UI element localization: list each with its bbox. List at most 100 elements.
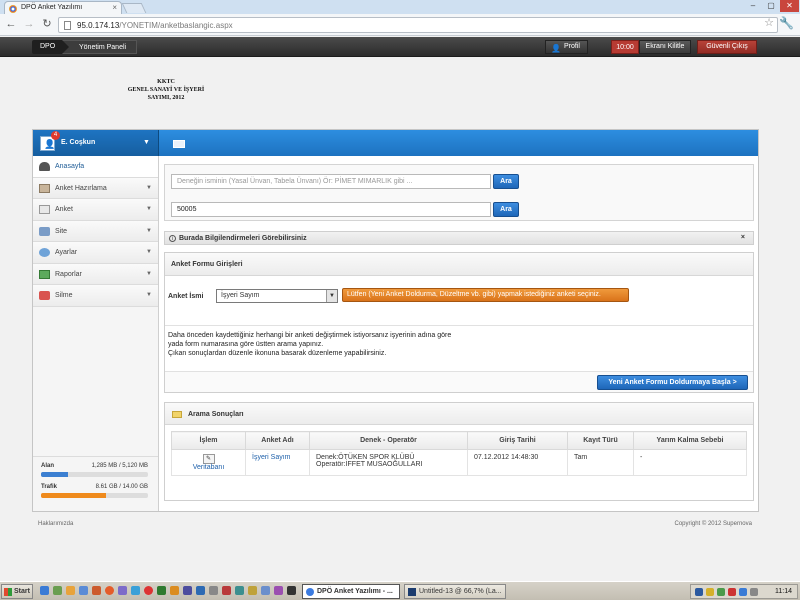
quicklaunch-app-icon[interactable] xyxy=(144,586,153,595)
quicklaunch-app-icon[interactable] xyxy=(235,586,244,595)
footer-about-link[interactable]: Haklarımızda xyxy=(38,521,73,527)
quicklaunch-app-icon[interactable] xyxy=(287,586,296,595)
tab-close-icon[interactable]: × xyxy=(112,3,117,12)
sidebar-item-ayarlar[interactable]: Ayarlar ▼ xyxy=(33,242,158,264)
folder-icon[interactable] xyxy=(173,140,185,148)
search-button[interactable]: Ara xyxy=(493,174,519,189)
sidebar: Anasayfa Anket Hazırlama ▼ Anket ▼ Site … xyxy=(33,156,159,511)
database-link[interactable]: Veritabanı xyxy=(193,464,225,471)
survey-icon xyxy=(39,205,50,214)
page-icon xyxy=(64,21,71,30)
settings-icon xyxy=(39,248,50,257)
back-icon[interactable]: ← xyxy=(4,18,18,32)
stat-label-alan: Alan xyxy=(41,463,55,469)
form-number-input[interactable]: 50005 xyxy=(171,202,491,217)
user-menu[interactable]: 👤 4 E. Coşkun ▼ xyxy=(33,130,159,156)
results-title: Arama Sonuçları xyxy=(188,411,244,418)
taskbar-item-chrome[interactable]: DPÖ Anket Yazılımı - ... xyxy=(302,584,400,599)
volume-icon[interactable] xyxy=(750,588,758,596)
quicklaunch-explorer-icon[interactable] xyxy=(53,586,62,595)
quicklaunch-app-icon[interactable] xyxy=(157,586,166,595)
wrench-icon[interactable]: 🔧 xyxy=(779,16,794,30)
quicklaunch-app-icon[interactable] xyxy=(118,586,127,595)
stat-value-alan: 1,285 MB / 5,120 MB xyxy=(91,463,148,469)
quicklaunch-app-icon[interactable] xyxy=(131,586,140,595)
tray-app-icon[interactable] xyxy=(706,588,714,596)
taskbar-item-photoshop[interactable]: Untitled-13 @ 66,7% (La... xyxy=(404,584,506,599)
chevron-down-icon: ▼ xyxy=(146,270,152,277)
minimize-icon[interactable]: – xyxy=(744,0,762,12)
survey-link[interactable]: İşyeri Sayım xyxy=(252,454,291,461)
quicklaunch-app-icon[interactable] xyxy=(170,586,179,595)
sidebar-item-raporlar[interactable]: Raporlar ▼ xyxy=(33,263,158,285)
type-cell: Tam xyxy=(567,449,634,476)
name-search-input[interactable]: Deneğin isminin (Yasal Ünvan, Tabela Ünv… xyxy=(171,174,491,189)
forward-icon[interactable]: → xyxy=(22,18,36,32)
address-bar[interactable]: 95.0.174.13/YONETIM/anketbaslangic.aspx xyxy=(58,17,778,33)
quicklaunch-app-icon[interactable] xyxy=(196,586,205,595)
quicklaunch-folder-icon[interactable] xyxy=(66,586,75,595)
sidebar-item-silme[interactable]: Silme ▼ xyxy=(33,285,158,307)
new-tab-button[interactable] xyxy=(121,3,147,13)
browser-tab[interactable]: DPÖ Anket Yazılımı × xyxy=(4,1,122,14)
browser-toolbar: ← → ↻ 95.0.174.13/YONETIM/anketbaslangic… xyxy=(0,14,800,36)
quicklaunch-app-icon[interactable] xyxy=(222,586,231,595)
sidebar-item-anasayfa[interactable]: Anasayfa xyxy=(33,156,158,178)
sidebar-item-anket-hazirlama[interactable]: Anket Hazırlama ▼ xyxy=(33,177,158,199)
progress-bar-alan xyxy=(41,472,148,477)
logout-button[interactable]: Güvenli Çıkış xyxy=(697,40,757,54)
lock-screen-button[interactable]: Ekranı Kilitle xyxy=(639,40,691,54)
results-header: Arama Sonuçları xyxy=(165,403,753,425)
language-icon[interactable] xyxy=(695,588,703,596)
info-icon: i xyxy=(169,235,176,242)
chevron-down-icon[interactable]: ▼ xyxy=(326,290,337,302)
reload-icon[interactable]: ↻ xyxy=(40,18,54,32)
quicklaunch-firefox-icon[interactable] xyxy=(105,586,114,595)
breadcrumb-home[interactable]: DPO xyxy=(32,40,64,54)
notification-badge[interactable]: 4 xyxy=(51,131,60,140)
edit-icon[interactable]: ✎ xyxy=(202,454,215,464)
tray-app-icon[interactable] xyxy=(717,588,725,596)
search-number-button[interactable]: Ara xyxy=(493,202,519,217)
quicklaunch-app-icon[interactable] xyxy=(209,586,218,595)
start-button[interactable]: Start xyxy=(1,584,33,599)
chevron-down-icon[interactable]: ▼ xyxy=(143,139,150,146)
user-avatar-icon: 👤 xyxy=(44,139,56,149)
sidebar-item-anket[interactable]: Anket ▼ xyxy=(33,199,158,221)
task-label: DPÖ Anket Yazılımı - ... xyxy=(317,588,393,595)
breadcrumb-arrow-icon xyxy=(62,40,69,54)
form-box-footer: Yeni Anket Formu Doldurmaya Başla > xyxy=(165,371,753,392)
new-survey-button[interactable]: Yeni Anket Formu Doldurmaya Başla > xyxy=(597,375,748,390)
quicklaunch-ie-icon[interactable] xyxy=(79,586,88,595)
quicklaunch-media-icon[interactable] xyxy=(92,586,101,595)
logo-line-2: GENEL SANAYİ VE İŞYERİ xyxy=(127,87,205,93)
reason-cell: - xyxy=(633,449,747,476)
tray-app-icon[interactable] xyxy=(728,588,736,596)
survey-hint-button[interactable]: Lütfen (Yeni Anket Doldurma, Düzeltme vb… xyxy=(342,288,629,302)
results-table: İşlem Anket Adı Denek - Operatör Giriş T… xyxy=(171,431,747,476)
survey-select[interactable]: İşyeri Sayım ▼ xyxy=(216,289,338,303)
window-close-icon[interactable]: ✕ xyxy=(780,0,799,12)
quicklaunch-app-icon[interactable] xyxy=(274,586,283,595)
breadcrumb-panel[interactable]: Yönetim Paneli xyxy=(62,40,138,54)
chevron-down-icon: ▼ xyxy=(146,292,152,298)
sidebar-item-label: Site xyxy=(55,227,68,235)
maximize-icon[interactable]: ▢ xyxy=(762,0,780,12)
sidebar-item-site[interactable]: Site ▼ xyxy=(33,220,158,242)
close-icon[interactable]: × xyxy=(741,234,745,241)
network-icon[interactable] xyxy=(739,588,747,596)
bookmark-star-icon[interactable]: ☆ xyxy=(764,16,774,29)
quicklaunch-app-icon[interactable] xyxy=(183,586,192,595)
subject-text: Denek:ÖTÜKEN SPOR KLÜBÜ xyxy=(316,454,415,461)
quicklaunch-desktop-icon[interactable] xyxy=(40,586,49,595)
quicklaunch-app-icon[interactable] xyxy=(261,586,270,595)
browser-tab-strip: DPÖ Anket Yazılımı × – ▢ ✕ xyxy=(0,0,800,14)
profile-button[interactable]: 👤 Profil xyxy=(545,40,588,54)
quicklaunch-app-icon[interactable] xyxy=(248,586,257,595)
reports-icon xyxy=(39,269,50,279)
column-header: Kayıt Türü xyxy=(567,431,634,450)
chevron-down-icon: ▼ xyxy=(146,249,152,255)
sidebar-item-label: Anket Hazırlama xyxy=(55,184,107,192)
survey-form-box: Anket Formu Girişleri Anket İsmi İşyeri … xyxy=(164,252,754,393)
user-icon: 👤 xyxy=(551,44,561,53)
